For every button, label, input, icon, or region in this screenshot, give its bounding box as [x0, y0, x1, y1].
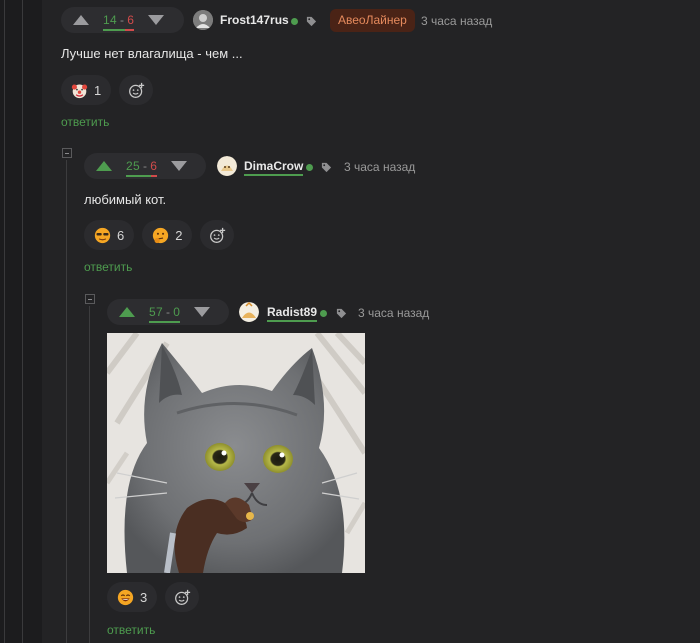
avatar[interactable]: [217, 156, 237, 176]
pluses-count: 25: [126, 159, 140, 173]
online-indicator: [306, 164, 313, 171]
tag-icon[interactable]: [321, 162, 332, 173]
reaction-count: 1: [94, 82, 102, 98]
thread-line[interactable]: [66, 160, 67, 643]
reply-link[interactable]: ответить: [84, 260, 132, 274]
reaction-laughing[interactable]: 3: [107, 582, 158, 612]
left-gutter: [0, 0, 42, 643]
minuses-count: 6: [127, 13, 135, 27]
upvote-arrow-icon[interactable]: [119, 307, 135, 317]
rating-score: 25-6: [126, 159, 158, 177]
cat-photo: [107, 333, 365, 573]
downvote-arrow-icon[interactable]: [194, 307, 211, 317]
add-reaction-button[interactable]: [165, 582, 200, 612]
add-emoji-icon: [210, 227, 226, 243]
clown-emoji-icon: [71, 84, 88, 98]
upvote-arrow-icon[interactable]: [96, 161, 112, 171]
gutter-divider: [4, 0, 5, 643]
reaction-count: 3: [140, 589, 148, 605]
comment-text: Лучше нет влагалища - чем ...: [61, 46, 243, 61]
minuses-count: 0: [173, 305, 181, 319]
thread-line[interactable]: [89, 306, 90, 643]
thinking-emoji-icon: [153, 227, 169, 243]
avatar[interactable]: [239, 302, 259, 322]
collapse-thread-button[interactable]: [62, 148, 72, 158]
vote-widget: 57-0: [107, 299, 229, 325]
pluses-count: 14: [103, 13, 117, 27]
pluses-count: 57: [149, 305, 163, 319]
reply-link[interactable]: ответить: [61, 115, 109, 129]
comment-time[interactable]: 3 часа назад: [358, 306, 429, 320]
tag-icon[interactable]: [336, 308, 347, 319]
vote-widget: 25-6: [84, 153, 206, 179]
add-reaction-button[interactable]: [119, 75, 154, 105]
avatar[interactable]: [193, 10, 213, 30]
gutter-divider: [22, 0, 23, 643]
reaction-count: 2: [175, 227, 183, 243]
comment-time[interactable]: 3 часа назад: [421, 14, 492, 28]
comment-text: любимый кот.: [84, 192, 167, 207]
rating-bar: [149, 321, 181, 323]
sunglasses-emoji-icon: [94, 227, 111, 243]
tag-icon[interactable]: [306, 16, 317, 27]
username[interactable]: Frost147rus: [220, 13, 289, 27]
reactions-bar: 6 2: [84, 220, 235, 250]
reply-link[interactable]: ответить: [107, 623, 155, 637]
score-separator: -: [165, 305, 171, 319]
rating-bar: [103, 29, 135, 31]
comment-image[interactable]: [107, 333, 365, 573]
reactions-bar: 1: [61, 75, 154, 105]
downvote-arrow-icon[interactable]: [148, 15, 165, 25]
add-reaction-button[interactable]: [200, 220, 235, 250]
comment-time[interactable]: 3 часа назад: [344, 160, 415, 174]
laughing-emoji-icon: [117, 589, 134, 605]
rating-bar: [126, 175, 158, 177]
score-separator: -: [142, 159, 148, 173]
score-separator: -: [119, 13, 125, 27]
reaction-count: 6: [117, 227, 125, 243]
user-badge[interactable]: АвеоЛайнер: [330, 9, 415, 32]
reaction-clown[interactable]: 1: [61, 75, 112, 105]
online-indicator: [320, 310, 327, 317]
add-emoji-icon: [128, 82, 144, 98]
reaction-thinking[interactable]: 2: [142, 220, 193, 250]
downvote-arrow-icon[interactable]: [171, 161, 188, 171]
rating-bar-fill: [103, 29, 125, 31]
rating-score: 57-0: [149, 305, 181, 323]
rating-bar-fill: [126, 175, 152, 177]
upvote-arrow-icon[interactable]: [73, 15, 89, 25]
vote-widget: 14-6: [61, 7, 184, 33]
rating-score: 14-6: [103, 13, 135, 31]
username[interactable]: DimaCrow: [244, 159, 304, 176]
username[interactable]: Radist89: [267, 305, 318, 322]
reaction-sunglasses[interactable]: 6: [84, 220, 135, 250]
online-indicator: [291, 18, 298, 25]
minuses-count: 6: [150, 159, 158, 173]
add-emoji-icon: [174, 589, 190, 605]
collapse-thread-button[interactable]: [85, 294, 95, 304]
rating-bar-fill: [149, 321, 181, 323]
reactions-bar: 3: [107, 582, 200, 612]
